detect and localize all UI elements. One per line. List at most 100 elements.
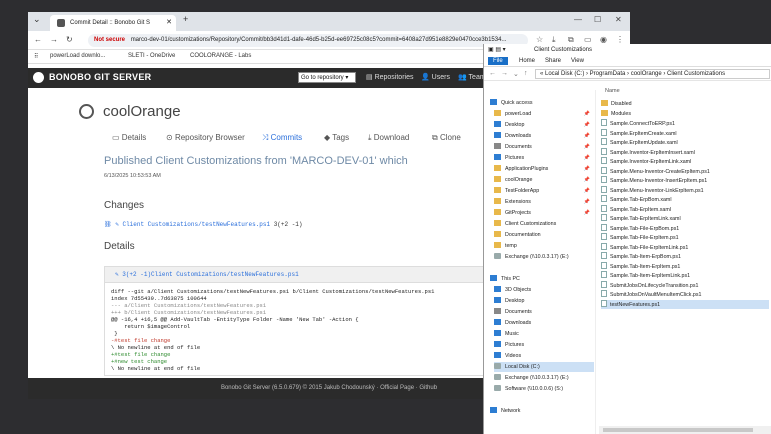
forward-icon[interactable]: → xyxy=(50,35,58,44)
nav-item[interactable]: Software (\\10.0.0.6) (S:) xyxy=(494,384,594,394)
new-tab-button[interactable]: + xyxy=(183,14,188,24)
pin-icon[interactable]: 📌 xyxy=(584,186,590,196)
file-row[interactable]: Sample.ConnectToERP.ps1 xyxy=(601,119,769,129)
pin-icon[interactable]: 📌 xyxy=(584,164,590,174)
nav-item[interactable]: Downloads xyxy=(494,318,594,328)
nav-item[interactable]: Downloads 📌 xyxy=(494,131,594,141)
file-row[interactable]: Sample.Tab-Item-ErpItem.ps1 xyxy=(601,261,769,272)
tab-tags[interactable]: ◆ Tags xyxy=(324,133,349,142)
tab-search-icon[interactable]: ⌄ xyxy=(33,14,41,25)
browser-tab[interactable]: Commit Detail :: Bonobo Git S ✕ xyxy=(50,15,176,31)
file-row[interactable]: Sample.Tab-File-ErpBom.ps1 xyxy=(601,223,769,234)
nav-item[interactable]: This PC xyxy=(490,274,594,284)
file-row[interactable]: Sample.Tab-ErpBom.xaml xyxy=(601,195,769,205)
file-row[interactable]: Sample.Menu-Inventor-InsertErpItem.ps1 xyxy=(601,176,769,186)
file-row[interactable]: SubmitJobsOnLifecycleTransition.ps1 xyxy=(601,280,769,291)
nav-item[interactable]: Documents xyxy=(494,307,594,317)
file-row[interactable]: Sample.Tab-Item-ErpItemLink.ps1 xyxy=(601,271,769,281)
profile-icon[interactable]: ◉ xyxy=(600,35,607,44)
diff-header-link[interactable]: 3(+2 -1)Client Customizations/testNewFea… xyxy=(122,271,298,278)
tab-repository-browser[interactable]: ⊙ Repository Browser xyxy=(166,133,245,142)
file-row[interactable]: testNewFeatures.ps1 xyxy=(601,299,769,309)
nav-item[interactable]: TestFolderApp 📌 xyxy=(494,186,594,196)
ribbon-share[interactable]: Share xyxy=(540,57,566,65)
menu-icon[interactable]: ⋮ xyxy=(616,35,624,44)
pin-icon[interactable]: 📌 xyxy=(584,142,590,152)
star-icon[interactable]: ☆ xyxy=(536,35,543,44)
tab-commits[interactable]: ⤨ Commits xyxy=(262,133,302,143)
pin-icon[interactable]: 📌 xyxy=(584,208,590,218)
tab-download[interactable]: ⤓ Download xyxy=(368,133,409,143)
tab-clone[interactable]: ⧉ Clone xyxy=(432,133,461,143)
nav-teams[interactable]: 👥 Team xyxy=(458,73,486,81)
nav-item[interactable]: Extensions 📌 xyxy=(494,197,594,207)
nav-users[interactable]: 👤 Users xyxy=(421,73,450,81)
up-icon[interactable]: ↑ xyxy=(524,70,528,77)
file-row[interactable]: Sample.Tab-Item-ErpBom.ps1 xyxy=(601,252,769,262)
nav-item[interactable]: Exchange (\\10.0.3.17) (E:) xyxy=(494,373,594,383)
apps-icon[interactable]: ⠿ xyxy=(34,53,38,60)
ribbon-view[interactable]: View xyxy=(566,57,589,65)
link-icon[interactable]: ⛓ xyxy=(104,221,112,228)
minimize-icon[interactable]: — xyxy=(574,15,582,24)
maximize-icon[interactable]: ☐ xyxy=(594,15,601,24)
nav-item[interactable]: 3D Objects xyxy=(494,285,594,295)
bookmark-powerload[interactable]: powerLoad downlo... xyxy=(50,53,105,59)
back-icon[interactable]: ← xyxy=(489,70,496,77)
nav-item[interactable]: coolOrange 📌 xyxy=(494,175,594,185)
recent-chevron-icon[interactable]: ⌄ xyxy=(513,70,519,78)
nav-item[interactable]: temp xyxy=(494,241,594,251)
nav-item[interactable]: GitProjects 📌 xyxy=(494,208,594,218)
nav-item[interactable]: Exchange (\\10.0.3.17) (E:) xyxy=(494,252,594,262)
nav-item[interactable]: Desktop xyxy=(494,296,594,306)
file-row[interactable]: Sample.Inventor-ErpItemLink.xaml xyxy=(601,157,769,167)
nav-item[interactable]: Music xyxy=(494,329,594,339)
pin-icon[interactable]: 📌 xyxy=(584,109,590,119)
tab-details[interactable]: ▭ Details xyxy=(112,133,146,142)
ribbon-home[interactable]: Home xyxy=(514,57,540,65)
file-row[interactable]: Sample.Tab-File-ErpItem.ps1 xyxy=(601,233,769,243)
sidebar-icon[interactable]: ▭ xyxy=(584,35,592,44)
nav-repositories[interactable]: ▤ Repositories xyxy=(366,73,413,81)
nav-item[interactable]: Quick access xyxy=(490,98,594,108)
changed-file-link[interactable]: Client Customizations/testNewFeatures.ps… xyxy=(122,221,270,228)
nav-item[interactable]: ApplicationPlugins 📌 xyxy=(494,164,594,174)
file-row[interactable]: Modules xyxy=(601,109,769,120)
file-row[interactable]: Sample.Menu-Inventor-LinkErpItem.ps1 xyxy=(601,185,769,196)
name-column-header[interactable]: Name xyxy=(605,88,620,94)
pin-icon[interactable]: 📌 xyxy=(584,175,590,185)
horizontal-scrollbar[interactable] xyxy=(599,426,771,434)
file-row[interactable]: Sample.Tab-ErpItem.xaml xyxy=(601,204,769,215)
nav-item[interactable]: Documents 📌 xyxy=(494,142,594,152)
nav-item[interactable]: Pictures 📌 xyxy=(494,153,594,163)
nav-item[interactable]: Desktop 📌 xyxy=(494,120,594,130)
file-row[interactable]: Sample.Inventor-ErpItemInsert.xaml xyxy=(601,147,769,158)
nav-item[interactable]: Client Customizations xyxy=(494,219,594,229)
reload-icon[interactable]: ↻ xyxy=(66,35,73,44)
bookmark-coolorange-labs[interactable]: COOLORANGE - Labs xyxy=(190,53,251,59)
pin-icon[interactable]: 📌 xyxy=(584,131,590,141)
nav-item[interactable]: powerLoad 📌 xyxy=(494,109,594,119)
pin-icon[interactable]: 📌 xyxy=(584,153,590,163)
brand-link[interactable]: BONOBO GIT SERVER xyxy=(33,72,151,84)
file-row[interactable]: Sample.Tab-ErpItemLink.xaml xyxy=(601,214,769,224)
repository-select[interactable]: Go to repository ▾ xyxy=(298,72,356,83)
file-row[interactable]: Sample.ErpItemCreate.xaml xyxy=(601,128,769,139)
close-tab-icon[interactable]: ✕ xyxy=(166,15,172,31)
pin-icon[interactable]: 📌 xyxy=(584,120,590,130)
file-row[interactable]: Disabled xyxy=(601,100,769,110)
bookmark-sleti[interactable]: SLETI - OneDrive xyxy=(128,53,175,59)
nav-item[interactable]: Videos xyxy=(494,351,594,361)
pin-icon[interactable]: 📌 xyxy=(584,197,590,207)
file-row[interactable]: SubmitJobsOnVaultMenuItemClick.ps1 xyxy=(601,290,769,300)
ribbon-file[interactable]: File xyxy=(488,57,508,65)
file-row[interactable]: Sample.ErpItemUpdate.xaml xyxy=(601,138,769,148)
explorer-path[interactable]: « Local Disk (C:) › ProgramData › coolOr… xyxy=(535,69,770,79)
nav-item[interactable]: Documentation xyxy=(494,230,594,240)
back-icon[interactable]: ← xyxy=(34,35,42,44)
close-window-icon[interactable]: ✕ xyxy=(615,15,622,24)
nav-item[interactable]: Local Disk (C:) xyxy=(494,362,594,372)
nav-item[interactable]: Network xyxy=(490,406,594,416)
nav-item[interactable]: Pictures xyxy=(494,340,594,350)
file-row[interactable]: Sample.Tab-File-ErpItemLink.ps1 xyxy=(601,242,769,253)
